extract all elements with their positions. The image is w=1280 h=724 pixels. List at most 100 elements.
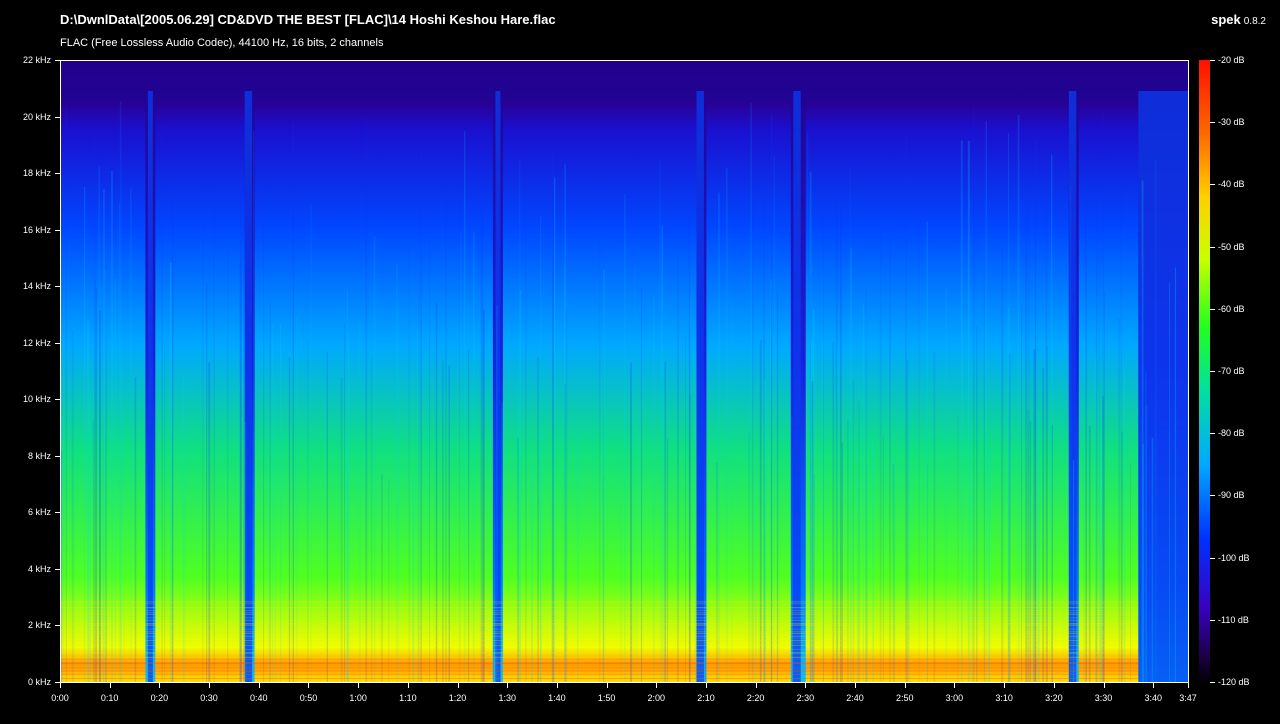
spectrogram-streak [1036, 410, 1038, 682]
frequency-tick-label: 0 kHz [27, 677, 51, 687]
spectrogram-harmonic [61, 619, 1139, 621]
spectrogram-streak [468, 349, 470, 682]
time-tick-label: 2:50 [895, 693, 914, 703]
spectrogram-streak [65, 103, 67, 682]
spectrogram-streak [1123, 369, 1126, 682]
frequency-tick-label: 10 kHz [22, 394, 51, 405]
color-scale-tick-label: -120 dB [1218, 677, 1250, 687]
frequency-tick-mark [55, 399, 60, 401]
spectrogram-streak [1141, 180, 1144, 682]
spectrogram-streak [685, 336, 686, 682]
time-tick-mark [258, 683, 260, 688]
app-branding: spek 0.8.2 [1211, 12, 1266, 27]
spectrogram-harmonic [61, 656, 1139, 658]
spectrogram-streak [227, 247, 229, 682]
spectrogram-streak [62, 335, 64, 682]
spectrogram-streak [253, 130, 255, 682]
time-tick-label: 1:50 [597, 693, 616, 703]
color-scale-tick-mark [1210, 308, 1215, 310]
color-scale-tick-label: -50 dB [1218, 241, 1245, 252]
spectrogram-streak [759, 340, 762, 682]
time-tick-mark [407, 683, 409, 688]
file-path-title: D:\DwnlData\[2005.06.29] CD&DVD THE BEST… [60, 12, 556, 27]
loud-section-band [1078, 101, 1139, 682]
time-tick-mark [705, 683, 707, 688]
time-tick-label: 3:00 [945, 693, 964, 703]
frequency-tick-label: 22 kHz [22, 55, 51, 65]
time-tick-mark [1153, 683, 1155, 688]
time-tick-mark [855, 683, 857, 688]
spectrogram-streak [1145, 371, 1147, 682]
spectrogram-streak [418, 211, 420, 682]
spectrogram-streak [1085, 193, 1087, 682]
spectrogram-harmonic [61, 669, 1139, 671]
spectrogram-harmonic [61, 637, 1139, 639]
spectrogram-harmonic [61, 623, 1139, 625]
spectrogram-streak [882, 434, 884, 682]
spectrogram-streak [985, 120, 987, 682]
spectrogram-streak [429, 177, 430, 682]
frequency-tick-mark [55, 568, 60, 570]
color-scale-tick-mark [1210, 682, 1215, 683]
spectrogram-streak [1083, 340, 1085, 682]
time-tick-label: 2:10 [697, 693, 715, 703]
time-tick-mark [805, 683, 807, 688]
spectrogram-streak [1174, 267, 1177, 682]
time-tick-mark [1004, 683, 1006, 688]
spectrogram-streak [388, 479, 390, 682]
spectrogram-streak [806, 131, 809, 682]
frequency-tick-mark [55, 342, 60, 344]
spectrogram-harmonic [61, 648, 1139, 650]
spectrogram-streak [960, 140, 963, 682]
time-tick-mark [209, 683, 211, 688]
spectrogram-harmonic [61, 667, 1139, 669]
spectrogram-harmonic [61, 610, 1139, 612]
spectrogram-streak [519, 289, 521, 682]
frequency-tick-label: 4 kHz [27, 563, 51, 574]
spectrogram-streak [1102, 110, 1105, 682]
spectrogram-streak [792, 337, 794, 682]
spectrogram-streak [94, 132, 96, 682]
spectrogram-streak [640, 287, 643, 682]
time-tick-label: 0:00 [51, 693, 69, 703]
spectrogram-streak [171, 190, 174, 682]
spectrogram-streak [577, 428, 579, 682]
spectrogram-streak [272, 324, 274, 682]
color-scale-tick-label: -70 dB [1218, 366, 1245, 376]
color-scale-tick-mark [1210, 557, 1215, 559]
spectrogram-streak [1169, 282, 1171, 682]
spectrogram-streak [482, 309, 485, 682]
spectrogram-streak [1088, 425, 1091, 682]
spectrogram-streak [754, 455, 757, 682]
spectrogram-streak [296, 315, 298, 682]
spectrogram-streak [661, 226, 664, 682]
spectrogram-streak [243, 180, 244, 682]
spectrogram-streak [1072, 460, 1075, 682]
time-tick-mark [606, 683, 608, 688]
spectrogram-streak [841, 442, 843, 682]
time-tick-label: 3:10 [995, 693, 1013, 703]
time-tick-label: 2:40 [846, 693, 864, 703]
spectrogram-streak [813, 473, 815, 682]
spectrogram-streak [956, 434, 958, 682]
spectrogram-streak [1051, 154, 1053, 682]
color-scale-bar [1199, 60, 1210, 683]
spectrogram-streak [540, 216, 542, 682]
time-tick-mark [656, 683, 658, 688]
time-tick-label: 3:30 [1094, 693, 1113, 703]
spectrogram-streak [114, 278, 116, 682]
time-tick-label: 2:20 [746, 693, 765, 703]
spectrogram-streak [840, 209, 842, 682]
time-tick-label: 3:20 [1045, 693, 1063, 703]
time-tick-mark [755, 683, 757, 688]
frequency-tick-mark [55, 173, 60, 175]
spectrogram-streak [771, 114, 773, 682]
spectrogram-streak [1009, 353, 1011, 682]
color-scale-tick-mark [1210, 60, 1215, 61]
spectrogram-streak [835, 191, 838, 682]
color-scale-tick-mark [1210, 371, 1215, 372]
spectrogram-streak [565, 310, 568, 682]
spectrogram-streak [957, 416, 959, 682]
spectrogram-streak [551, 446, 553, 682]
spectrogram-streak [865, 316, 867, 682]
